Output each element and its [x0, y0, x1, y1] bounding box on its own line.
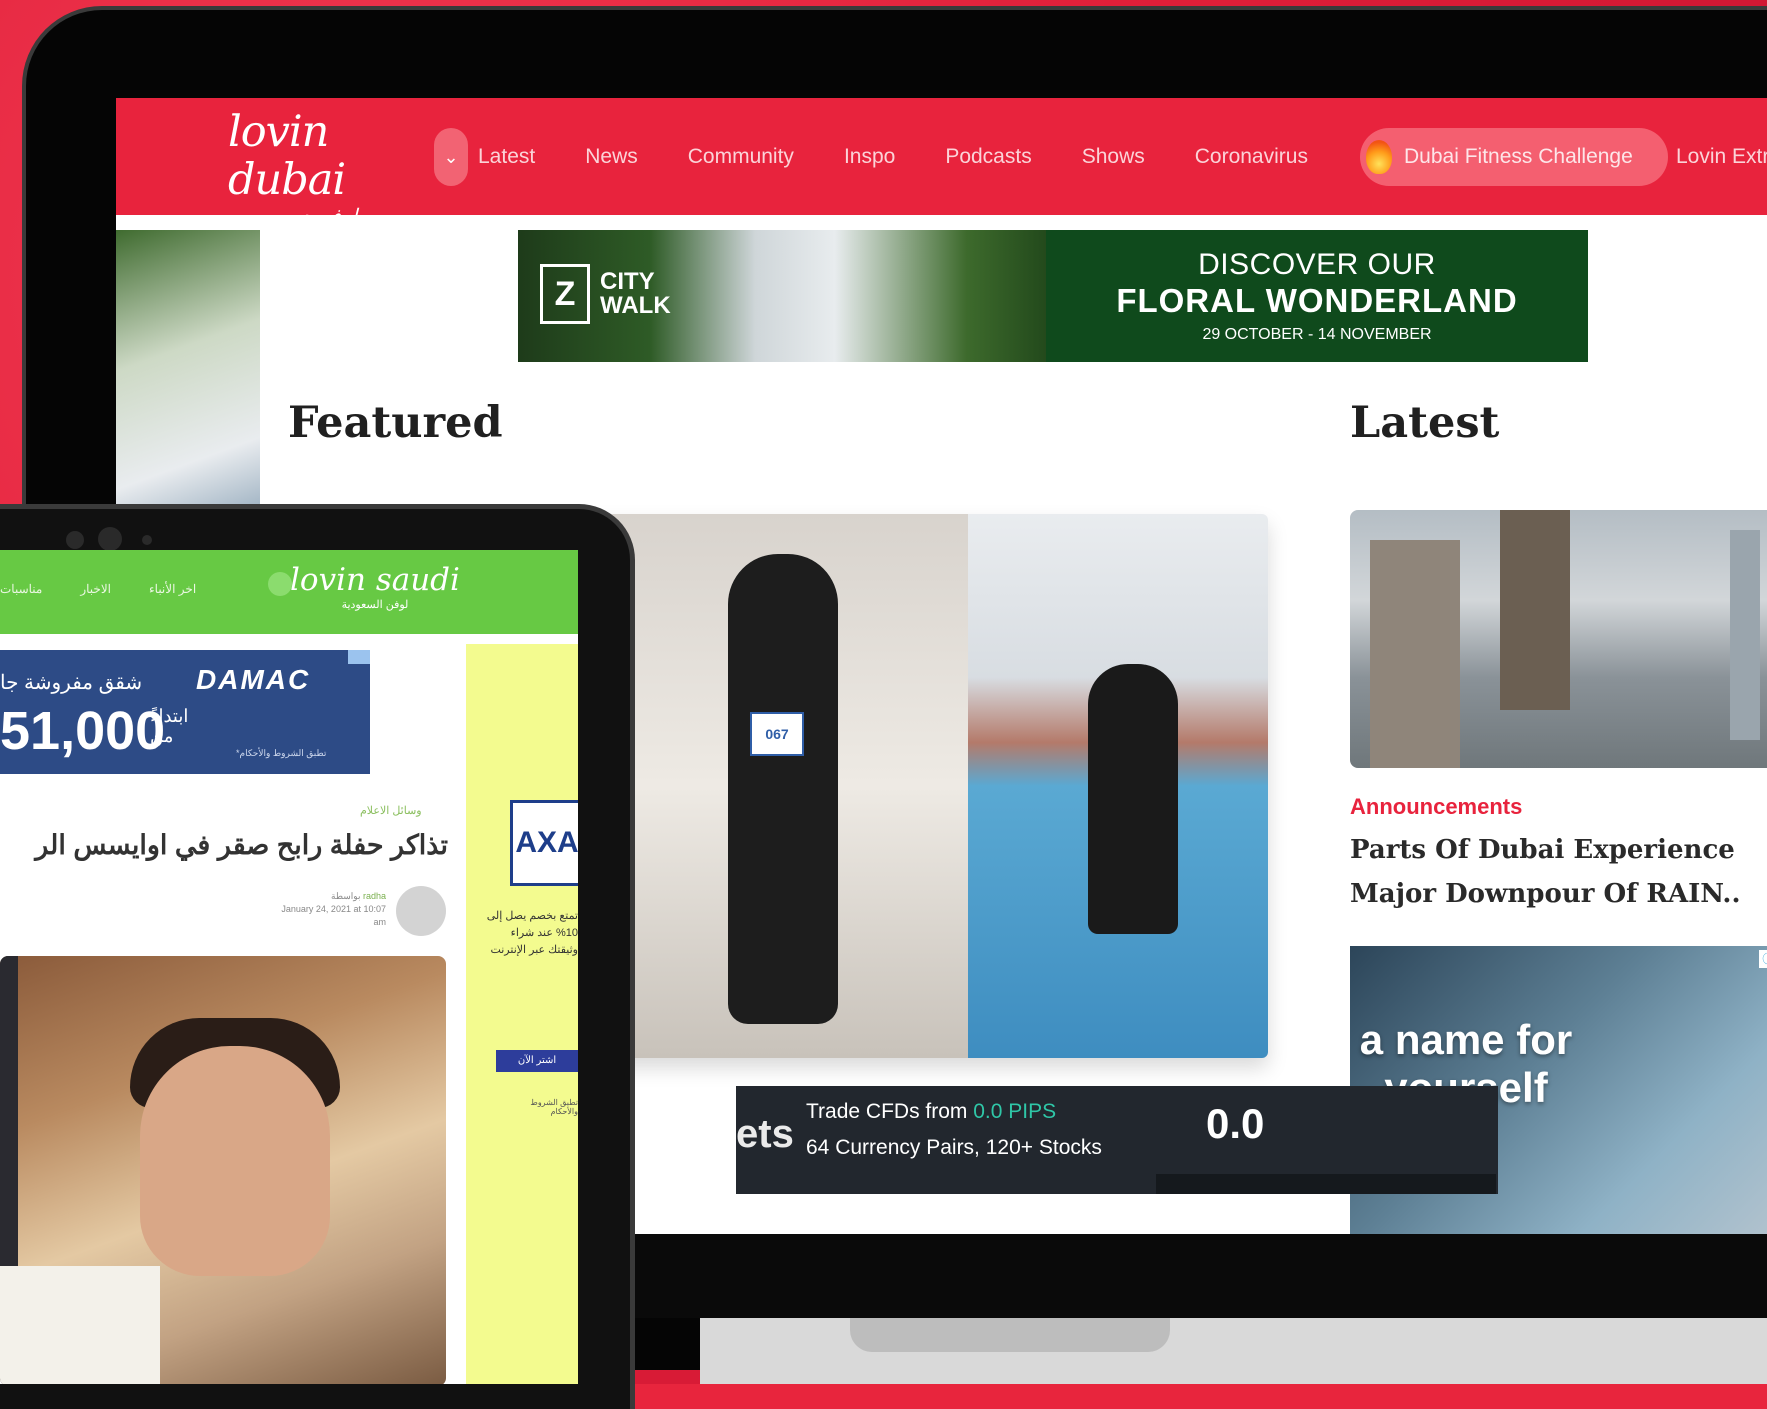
author-name[interactable]: radha [363, 891, 386, 901]
article-category[interactable]: وسائل الاعلام [360, 804, 422, 817]
avatar [396, 886, 446, 936]
damac-logo: DAMAC [196, 664, 311, 695]
saudi-nav-menu: مناسبات الاخبار اخر الأنباء [0, 582, 234, 596]
nav-item-latest[interactable]: Latest [478, 145, 535, 169]
axa-ad-text: تمتع بخصم يصل إلى 10% عند شراء وثيقتك عب… [486, 910, 578, 956]
saudi-nav-item[interactable]: الاخبار [80, 582, 111, 596]
damac-price: 51,000 [0, 701, 166, 761]
axa-terms: تطبق الشروط والأحكام [530, 1098, 578, 1116]
saudi-nav-item[interactable]: اخر الأنباء [149, 582, 196, 596]
tower-shape [1370, 540, 1460, 768]
ad-pips-highlight: 0.0 PIPS [973, 1100, 1057, 1123]
logo-mark-icon [268, 572, 292, 596]
banner-line-2: FLORAL WONDERLAND [1116, 282, 1518, 319]
saudi-nav-bar: مناسبات الاخبار اخر الأنباء lovin saudi … [0, 550, 578, 634]
ad-line-1: Trade CFDs from 0.0 PIPS [806, 1100, 1056, 1124]
ad-line-2: 64 Currency Pairs, 120+ Stocks [806, 1136, 1102, 1159]
runner-figure [728, 554, 838, 1024]
lovin-dubai-logo[interactable]: lovin dubai لوفن دبي [228, 108, 408, 228]
featured-heading: Featured [288, 398, 503, 448]
axa-buy-button[interactable]: اشتر الآن [496, 1050, 578, 1072]
banner-line-1: DISCOVER OUR [1198, 248, 1436, 281]
tower-shape [1730, 530, 1760, 740]
banner-text-panel: DISCOVER OUR FLORAL WONDERLAND 29 OCTOBE… [1046, 230, 1588, 362]
damac-headline: شقق مفروشة جا [0, 672, 143, 694]
latest-article-image[interactable] [1350, 510, 1767, 768]
damac-terms: *تطبق الشروط والأحكام [236, 748, 327, 758]
nav-item-news[interactable]: News [585, 145, 638, 169]
logo-arabic-text: لوفن دبي [228, 204, 408, 228]
nav-menu: Latest News Community Inspo Podcasts Sho… [478, 98, 1358, 215]
trading-banner-ad[interactable]: ets Trade CFDs from 0.0 PIPS 64 Currency… [736, 1086, 1498, 1194]
latest-article-category[interactable]: Announcements [1350, 794, 1522, 820]
saudi-nav-item[interactable]: مناسبات [0, 582, 42, 596]
nav-item-community[interactable]: Community [688, 145, 794, 169]
nav-pill-label: Dubai Fitness Challenge [1404, 145, 1633, 168]
runner-figure [1088, 664, 1178, 934]
article-hero-image[interactable] [0, 956, 446, 1384]
article-byline: بواسطة radha January 24, 2021 at 10:07 a… [270, 890, 386, 929]
axa-side-ad[interactable] [466, 644, 578, 1384]
ad-bottom-bar [1156, 1174, 1496, 1194]
nav-item-dubai-fitness-challenge[interactable]: Dubai Fitness Challenge [1360, 128, 1668, 186]
city-walk-banner-ad[interactable]: Z CITY WALK DISCOVER OUR FLORAL WONDERLA… [518, 230, 1588, 362]
damac-from-label: ابتداءً من [150, 706, 189, 746]
race-bib: 067 [750, 712, 804, 756]
monitor-stand-notch [850, 1318, 1170, 1352]
logo-text: lovin dubai [228, 107, 346, 205]
chevron-down-icon[interactable]: ⌄ [434, 128, 468, 186]
lovin-saudi-logo[interactable]: lovin saudi لوفن السعودية [268, 562, 460, 611]
camera-dot [98, 527, 122, 551]
tower-shape [1500, 510, 1570, 710]
city-walk-logo: Z CITY WALK [540, 264, 671, 324]
nav-item-lovin-extra[interactable]: Lovin Extra [1676, 98, 1767, 215]
damac-banner-ad[interactable]: شقق مفروشة جا DAMAC 51,000 ابتداءً من *ت… [0, 650, 370, 774]
saudi-website-screen: مناسبات الاخبار اخر الأنباء lovin saudi … [0, 550, 578, 1384]
flame-icon [1366, 140, 1392, 174]
article-title[interactable]: تذاكر حفلة رابح صقر في اوايسس الر [0, 830, 448, 861]
city-walk-mark-icon: Z [540, 264, 590, 324]
nav-item-shows[interactable]: Shows [1082, 145, 1145, 169]
ad-big-number: 0.0 [1206, 1100, 1265, 1147]
nav-item-coronavirus[interactable]: Coronavirus [1195, 145, 1308, 169]
ad-partial-text: ets [736, 1112, 794, 1156]
nav-item-podcasts[interactable]: Podcasts [945, 145, 1031, 169]
author-prefix: بواسطة [331, 891, 361, 901]
latest-article-title[interactable]: Parts Of Dubai Experience Major Downpour… [1350, 828, 1767, 916]
latest-heading: Latest [1350, 398, 1500, 448]
image-figure-face [140, 1046, 330, 1276]
axa-logo: AXA [510, 800, 578, 886]
camera-dot [66, 531, 84, 549]
image-paper [0, 1266, 160, 1384]
city-walk-brand: CITY WALK [600, 268, 671, 319]
saudi-logo-text: lovin saudi [290, 562, 460, 598]
banner-photo: Z CITY WALK [518, 230, 1046, 362]
article-date: January 24, 2021 at 10:07 am [281, 904, 386, 927]
camera-dot [142, 535, 152, 545]
adchoices-icon[interactable] [348, 650, 370, 664]
adchoices-icon[interactable]: ⓘ X [1759, 950, 1767, 968]
saudi-logo-arabic: لوفن السعودية [341, 599, 409, 611]
dubai-nav-bar: lovin dubai لوفن دبي ⌄ Latest News Commu… [116, 98, 1767, 228]
ad-line-1-prefix: Trade CFDs from [806, 1100, 974, 1123]
banner-dates: 29 OCTOBER - 14 NOVEMBER [1202, 326, 1432, 343]
nav-item-inspo[interactable]: Inspo [844, 145, 895, 169]
